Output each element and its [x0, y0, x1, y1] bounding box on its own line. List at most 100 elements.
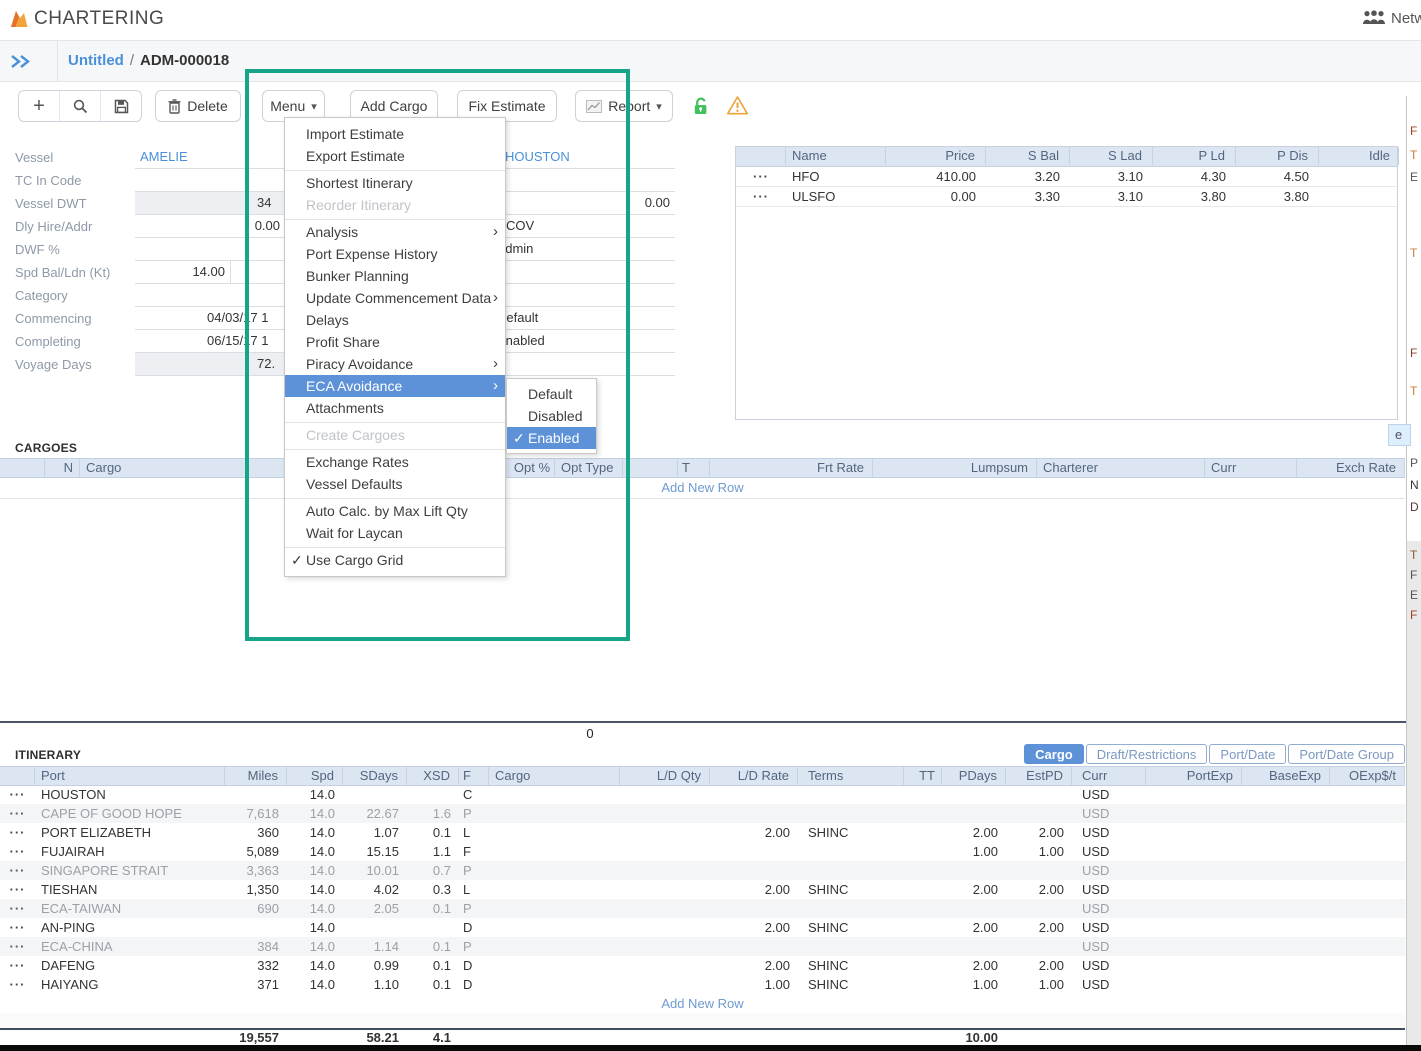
pdays-cell[interactable] [942, 899, 1006, 918]
port-cell[interactable]: ECA-TAIWAN [35, 899, 225, 918]
xsd-cell[interactable] [407, 918, 459, 937]
spd-cell[interactable]: 14.0 [287, 956, 343, 975]
sdays-cell[interactable]: 1.14 [343, 937, 407, 956]
ld-qty-cell[interactable] [620, 880, 710, 899]
portexp-cell[interactable] [1146, 937, 1242, 956]
menu-item[interactable] [285, 420, 505, 423]
function-cell[interactable]: L [459, 823, 489, 842]
row-menu-icon[interactable]: ··· [0, 937, 35, 956]
curr-cell[interactable]: USD [1072, 956, 1146, 975]
estpd-cell[interactable] [1006, 899, 1072, 918]
miles-cell[interactable] [225, 918, 287, 937]
bunker-price-cell[interactable]: 0.00 [886, 187, 986, 206]
baseexp-cell[interactable] [1242, 937, 1330, 956]
estpd-cell[interactable]: 2.00 [1006, 880, 1072, 899]
row-menu-icon[interactable]: ··· [0, 804, 35, 823]
ld-rate-cell[interactable] [710, 785, 798, 804]
ld-qty-cell[interactable] [620, 785, 710, 804]
tt-cell[interactable] [904, 937, 942, 956]
lock-open-icon[interactable] [691, 97, 710, 119]
sdays-cell[interactable]: 15.15 [343, 842, 407, 861]
tt-cell[interactable] [904, 823, 942, 842]
tt-cell[interactable] [904, 842, 942, 861]
baseexp-cell[interactable] [1242, 861, 1330, 880]
estpd-cell[interactable]: 1.00 [1006, 975, 1072, 994]
menu-item[interactable]: Shortest Itinerary [285, 172, 505, 194]
spd-cell[interactable]: 14.0 [287, 899, 343, 918]
ld-qty-cell[interactable] [620, 823, 710, 842]
bunker-sbal-cell[interactable]: 3.20 [986, 167, 1070, 186]
bunker-pdis-cell[interactable]: 4.50 [1236, 167, 1319, 186]
bunker-pld-cell[interactable]: 3.80 [1153, 187, 1236, 206]
tt-cell[interactable] [904, 861, 942, 880]
spd-cell[interactable]: 14.0 [287, 823, 343, 842]
ld-rate-cell[interactable] [710, 842, 798, 861]
pdays-cell[interactable]: 2.00 [942, 918, 1006, 937]
spd-cell[interactable]: 14.0 [287, 785, 343, 804]
menu-item[interactable]: ECA Avoidance › [285, 375, 505, 397]
sdays-cell[interactable]: 10.01 [343, 861, 407, 880]
sdays-cell[interactable]: 1.07 [343, 823, 407, 842]
pdays-cell[interactable]: 1.00 [942, 975, 1006, 994]
miles-cell[interactable]: 5,089 [225, 842, 287, 861]
menu-item[interactable]: Port Expense History [285, 243, 505, 265]
bunker-sbal-cell[interactable]: 3.30 [986, 187, 1070, 206]
curr-cell[interactable]: USD [1072, 899, 1146, 918]
estpd-cell[interactable]: 2.00 [1006, 823, 1072, 842]
miles-cell[interactable]: 690 [225, 899, 287, 918]
portexp-cell[interactable] [1146, 861, 1242, 880]
row-menu-icon[interactable]: ··· [0, 918, 35, 937]
ld-rate-cell[interactable]: 1.00 [710, 975, 798, 994]
spd-cell[interactable]: 14.0 [287, 975, 343, 994]
oexp-cell[interactable] [1330, 785, 1405, 804]
tt-cell[interactable] [904, 918, 942, 937]
cargo-cell[interactable] [489, 842, 620, 861]
curr-cell[interactable]: USD [1072, 937, 1146, 956]
pdays-cell[interactable] [942, 804, 1006, 823]
pdays-cell[interactable]: 2.00 [942, 823, 1006, 842]
oexp-cell[interactable] [1330, 899, 1405, 918]
ld-qty-cell[interactable] [620, 861, 710, 880]
row-menu-icon[interactable]: ··· [0, 785, 35, 804]
tt-cell[interactable] [904, 975, 942, 994]
menu-item[interactable]: Delays [285, 309, 505, 331]
estpd-cell[interactable]: 1.00 [1006, 842, 1072, 861]
curr-cell[interactable]: USD [1072, 975, 1146, 994]
portexp-cell[interactable] [1146, 899, 1242, 918]
oexp-cell[interactable] [1330, 823, 1405, 842]
cargo-cell[interactable] [489, 785, 620, 804]
row-menu-icon[interactable]: ··· [736, 167, 786, 186]
cargo-cell[interactable] [489, 956, 620, 975]
curr-cell[interactable]: USD [1072, 785, 1146, 804]
submenu-item[interactable]: ✓ Enabled [507, 427, 596, 449]
menu-item[interactable] [285, 496, 505, 499]
menu-item[interactable] [285, 545, 505, 548]
spd-cell[interactable]: 14.0 [287, 842, 343, 861]
tt-cell[interactable] [904, 899, 942, 918]
terms-cell[interactable] [798, 937, 904, 956]
breadcrumb-untitled-link[interactable]: Untitled [68, 52, 124, 69]
miles-cell[interactable]: 1,350 [225, 880, 287, 899]
spd-cell[interactable]: 14.0 [287, 880, 343, 899]
oexp-cell[interactable] [1330, 861, 1405, 880]
menu-item[interactable] [285, 217, 505, 220]
ld-rate-cell[interactable]: 2.00 [710, 956, 798, 975]
terms-cell[interactable]: SHINC [798, 880, 904, 899]
row-menu-icon[interactable]: ··· [0, 880, 35, 899]
terms-cell[interactable]: SHINC [798, 918, 904, 937]
spd-cell[interactable]: 14.0 [287, 918, 343, 937]
itinerary-add-new-row-link[interactable]: Add New Row [661, 996, 743, 1011]
menu-item[interactable] [285, 168, 505, 171]
baseexp-cell[interactable] [1242, 804, 1330, 823]
portexp-cell[interactable] [1146, 975, 1242, 994]
curr-cell[interactable]: USD [1072, 918, 1146, 937]
terms-cell[interactable] [798, 785, 904, 804]
terms-cell[interactable]: SHINC [798, 823, 904, 842]
port-cell[interactable]: AN-PING [35, 918, 225, 937]
pdays-cell[interactable] [942, 861, 1006, 880]
cargo-cell[interactable] [489, 918, 620, 937]
cargo-cell[interactable] [489, 975, 620, 994]
ld-qty-cell[interactable] [620, 842, 710, 861]
row-menu-icon[interactable]: ··· [0, 956, 35, 975]
menu-item[interactable]: Reorder Itinerary [285, 194, 505, 216]
